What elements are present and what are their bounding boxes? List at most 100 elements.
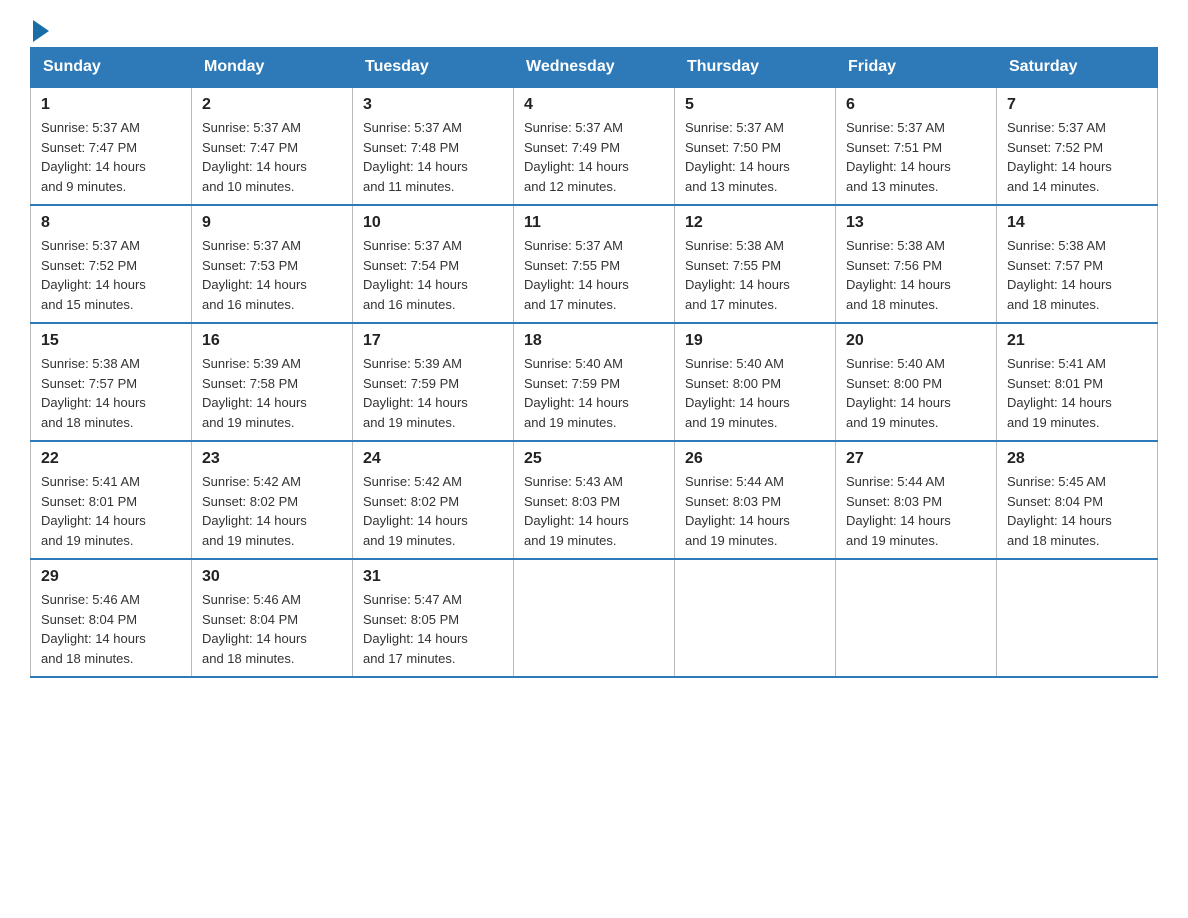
day-number: 28 <box>1007 450 1147 468</box>
calendar-cell: 29 Sunrise: 5:46 AMSunset: 8:04 PMDaylig… <box>31 559 192 677</box>
calendar-cell: 14 Sunrise: 5:38 AMSunset: 7:57 PMDaylig… <box>997 205 1158 323</box>
day-number: 26 <box>685 450 825 468</box>
day-info: Sunrise: 5:38 AMSunset: 7:57 PMDaylight:… <box>41 356 146 430</box>
day-info: Sunrise: 5:37 AMSunset: 7:52 PMDaylight:… <box>1007 120 1112 194</box>
calendar-cell: 2 Sunrise: 5:37 AMSunset: 7:47 PMDayligh… <box>192 87 353 205</box>
logo-arrow-icon <box>33 20 49 42</box>
day-number: 21 <box>1007 332 1147 350</box>
day-number: 25 <box>524 450 664 468</box>
calendar-cell: 25 Sunrise: 5:43 AMSunset: 8:03 PMDaylig… <box>514 441 675 559</box>
day-number: 18 <box>524 332 664 350</box>
calendar-cell: 18 Sunrise: 5:40 AMSunset: 7:59 PMDaylig… <box>514 323 675 441</box>
calendar-cell: 8 Sunrise: 5:37 AMSunset: 7:52 PMDayligh… <box>31 205 192 323</box>
column-header-sunday: Sunday <box>31 48 192 88</box>
day-number: 24 <box>363 450 503 468</box>
calendar-cell <box>675 559 836 677</box>
logo <box>30 20 49 37</box>
day-info: Sunrise: 5:37 AMSunset: 7:47 PMDaylight:… <box>202 120 307 194</box>
day-number: 8 <box>41 214 181 232</box>
calendar-cell: 31 Sunrise: 5:47 AMSunset: 8:05 PMDaylig… <box>353 559 514 677</box>
day-info: Sunrise: 5:44 AMSunset: 8:03 PMDaylight:… <box>685 474 790 548</box>
calendar-cell: 23 Sunrise: 5:42 AMSunset: 8:02 PMDaylig… <box>192 441 353 559</box>
day-number: 11 <box>524 214 664 232</box>
column-header-tuesday: Tuesday <box>353 48 514 88</box>
day-number: 13 <box>846 214 986 232</box>
day-number: 3 <box>363 96 503 114</box>
calendar-cell <box>836 559 997 677</box>
calendar-week-4: 22 Sunrise: 5:41 AMSunset: 8:01 PMDaylig… <box>31 441 1158 559</box>
day-info: Sunrise: 5:46 AMSunset: 8:04 PMDaylight:… <box>41 592 146 666</box>
day-info: Sunrise: 5:38 AMSunset: 7:55 PMDaylight:… <box>685 238 790 312</box>
day-info: Sunrise: 5:39 AMSunset: 7:59 PMDaylight:… <box>363 356 468 430</box>
day-number: 31 <box>363 568 503 586</box>
day-number: 1 <box>41 96 181 114</box>
column-header-friday: Friday <box>836 48 997 88</box>
day-info: Sunrise: 5:39 AMSunset: 7:58 PMDaylight:… <box>202 356 307 430</box>
calendar-cell: 15 Sunrise: 5:38 AMSunset: 7:57 PMDaylig… <box>31 323 192 441</box>
day-number: 7 <box>1007 96 1147 114</box>
column-header-saturday: Saturday <box>997 48 1158 88</box>
day-number: 19 <box>685 332 825 350</box>
day-info: Sunrise: 5:38 AMSunset: 7:56 PMDaylight:… <box>846 238 951 312</box>
day-info: Sunrise: 5:41 AMSunset: 8:01 PMDaylight:… <box>1007 356 1112 430</box>
calendar-cell: 9 Sunrise: 5:37 AMSunset: 7:53 PMDayligh… <box>192 205 353 323</box>
day-number: 14 <box>1007 214 1147 232</box>
day-info: Sunrise: 5:40 AMSunset: 8:00 PMDaylight:… <box>846 356 951 430</box>
column-header-wednesday: Wednesday <box>514 48 675 88</box>
day-info: Sunrise: 5:38 AMSunset: 7:57 PMDaylight:… <box>1007 238 1112 312</box>
calendar-cell: 19 Sunrise: 5:40 AMSunset: 8:00 PMDaylig… <box>675 323 836 441</box>
day-number: 22 <box>41 450 181 468</box>
day-info: Sunrise: 5:37 AMSunset: 7:49 PMDaylight:… <box>524 120 629 194</box>
day-number: 16 <box>202 332 342 350</box>
day-info: Sunrise: 5:37 AMSunset: 7:47 PMDaylight:… <box>41 120 146 194</box>
day-info: Sunrise: 5:40 AMSunset: 8:00 PMDaylight:… <box>685 356 790 430</box>
calendar-cell: 20 Sunrise: 5:40 AMSunset: 8:00 PMDaylig… <box>836 323 997 441</box>
calendar-cell: 21 Sunrise: 5:41 AMSunset: 8:01 PMDaylig… <box>997 323 1158 441</box>
calendar-cell: 5 Sunrise: 5:37 AMSunset: 7:50 PMDayligh… <box>675 87 836 205</box>
day-number: 2 <box>202 96 342 114</box>
day-info: Sunrise: 5:37 AMSunset: 7:52 PMDaylight:… <box>41 238 146 312</box>
calendar-cell: 3 Sunrise: 5:37 AMSunset: 7:48 PMDayligh… <box>353 87 514 205</box>
day-info: Sunrise: 5:45 AMSunset: 8:04 PMDaylight:… <box>1007 474 1112 548</box>
day-info: Sunrise: 5:41 AMSunset: 8:01 PMDaylight:… <box>41 474 146 548</box>
day-info: Sunrise: 5:37 AMSunset: 7:51 PMDaylight:… <box>846 120 951 194</box>
day-info: Sunrise: 5:43 AMSunset: 8:03 PMDaylight:… <box>524 474 629 548</box>
calendar-cell: 24 Sunrise: 5:42 AMSunset: 8:02 PMDaylig… <box>353 441 514 559</box>
calendar-cell: 12 Sunrise: 5:38 AMSunset: 7:55 PMDaylig… <box>675 205 836 323</box>
calendar-cell: 17 Sunrise: 5:39 AMSunset: 7:59 PMDaylig… <box>353 323 514 441</box>
page-header <box>30 20 1158 37</box>
calendar-cell: 6 Sunrise: 5:37 AMSunset: 7:51 PMDayligh… <box>836 87 997 205</box>
calendar-table: SundayMondayTuesdayWednesdayThursdayFrid… <box>30 47 1158 678</box>
day-info: Sunrise: 5:47 AMSunset: 8:05 PMDaylight:… <box>363 592 468 666</box>
column-header-monday: Monday <box>192 48 353 88</box>
day-number: 15 <box>41 332 181 350</box>
day-number: 6 <box>846 96 986 114</box>
calendar-cell: 16 Sunrise: 5:39 AMSunset: 7:58 PMDaylig… <box>192 323 353 441</box>
calendar-week-5: 29 Sunrise: 5:46 AMSunset: 8:04 PMDaylig… <box>31 559 1158 677</box>
day-info: Sunrise: 5:42 AMSunset: 8:02 PMDaylight:… <box>202 474 307 548</box>
day-info: Sunrise: 5:37 AMSunset: 7:54 PMDaylight:… <box>363 238 468 312</box>
header-row: SundayMondayTuesdayWednesdayThursdayFrid… <box>31 48 1158 88</box>
calendar-cell: 28 Sunrise: 5:45 AMSunset: 8:04 PMDaylig… <box>997 441 1158 559</box>
calendar-cell: 22 Sunrise: 5:41 AMSunset: 8:01 PMDaylig… <box>31 441 192 559</box>
calendar-cell: 7 Sunrise: 5:37 AMSunset: 7:52 PMDayligh… <box>997 87 1158 205</box>
day-info: Sunrise: 5:42 AMSunset: 8:02 PMDaylight:… <box>363 474 468 548</box>
calendar-cell: 11 Sunrise: 5:37 AMSunset: 7:55 PMDaylig… <box>514 205 675 323</box>
calendar-cell: 4 Sunrise: 5:37 AMSunset: 7:49 PMDayligh… <box>514 87 675 205</box>
day-info: Sunrise: 5:37 AMSunset: 7:48 PMDaylight:… <box>363 120 468 194</box>
day-info: Sunrise: 5:37 AMSunset: 7:55 PMDaylight:… <box>524 238 629 312</box>
day-info: Sunrise: 5:40 AMSunset: 7:59 PMDaylight:… <box>524 356 629 430</box>
day-info: Sunrise: 5:44 AMSunset: 8:03 PMDaylight:… <box>846 474 951 548</box>
calendar-cell: 30 Sunrise: 5:46 AMSunset: 8:04 PMDaylig… <box>192 559 353 677</box>
day-number: 4 <box>524 96 664 114</box>
calendar-cell <box>514 559 675 677</box>
calendar-cell: 26 Sunrise: 5:44 AMSunset: 8:03 PMDaylig… <box>675 441 836 559</box>
day-number: 30 <box>202 568 342 586</box>
day-info: Sunrise: 5:37 AMSunset: 7:50 PMDaylight:… <box>685 120 790 194</box>
day-number: 27 <box>846 450 986 468</box>
day-number: 20 <box>846 332 986 350</box>
day-number: 5 <box>685 96 825 114</box>
calendar-week-2: 8 Sunrise: 5:37 AMSunset: 7:52 PMDayligh… <box>31 205 1158 323</box>
day-number: 17 <box>363 332 503 350</box>
day-number: 12 <box>685 214 825 232</box>
